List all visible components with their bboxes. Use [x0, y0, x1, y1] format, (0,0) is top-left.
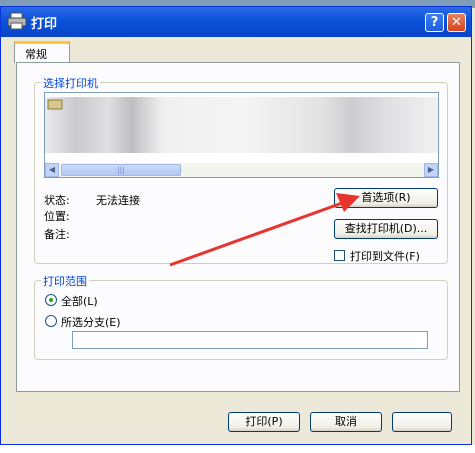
cancel-button[interactable]: 取消 — [310, 412, 382, 432]
title-bar[interactable]: 打印 ? ✕ — [1, 7, 471, 37]
select-printer-label: 选择打印机 — [41, 75, 100, 91]
selection-input[interactable] — [72, 331, 428, 349]
all-radio[interactable] — [45, 294, 57, 306]
status-label: 状态: — [44, 194, 70, 207]
close-button[interactable]: ✕ — [447, 13, 466, 32]
printer-list[interactable]: ◀ ||| ▶ — [44, 92, 439, 178]
find-printer-button[interactable]: 查找打印机(D)... — [334, 219, 438, 239]
all-radio-label: 全部(L) — [61, 295, 98, 308]
print-button[interactable]: 打印(P) — [228, 412, 300, 432]
printer-list-items-blurred — [45, 97, 438, 153]
horizontal-scrollbar[interactable]: ◀ ||| ▶ — [45, 163, 438, 177]
selection-radio[interactable] — [45, 315, 57, 327]
printer-icon — [7, 12, 27, 30]
print-to-file-checkbox[interactable] — [334, 250, 345, 261]
apply-button-obscured[interactable] — [392, 412, 452, 432]
print-range-label: 打印范围 — [41, 273, 89, 289]
print-to-file-label: 打印到文件(F) — [350, 250, 420, 263]
status-value: 无法连接 — [96, 194, 140, 207]
tab-general[interactable]: 常规 — [14, 41, 70, 63]
printer-item-icon — [47, 99, 63, 110]
comment-label: 备注: — [44, 228, 70, 241]
dialog-title: 打印 — [31, 17, 58, 32]
scroll-right-arrow[interactable]: ▶ — [424, 163, 438, 177]
location-label: 位置: — [44, 210, 70, 223]
preferences-button[interactable]: 首选项(R) — [334, 188, 438, 208]
background-bottom-strip — [0, 445, 475, 453]
scroll-left-arrow[interactable]: ◀ — [45, 163, 59, 177]
help-button[interactable]: ? — [425, 13, 444, 32]
selection-radio-label: 所选分支(E) — [61, 316, 121, 329]
scroll-thumb[interactable]: ||| — [61, 164, 181, 176]
